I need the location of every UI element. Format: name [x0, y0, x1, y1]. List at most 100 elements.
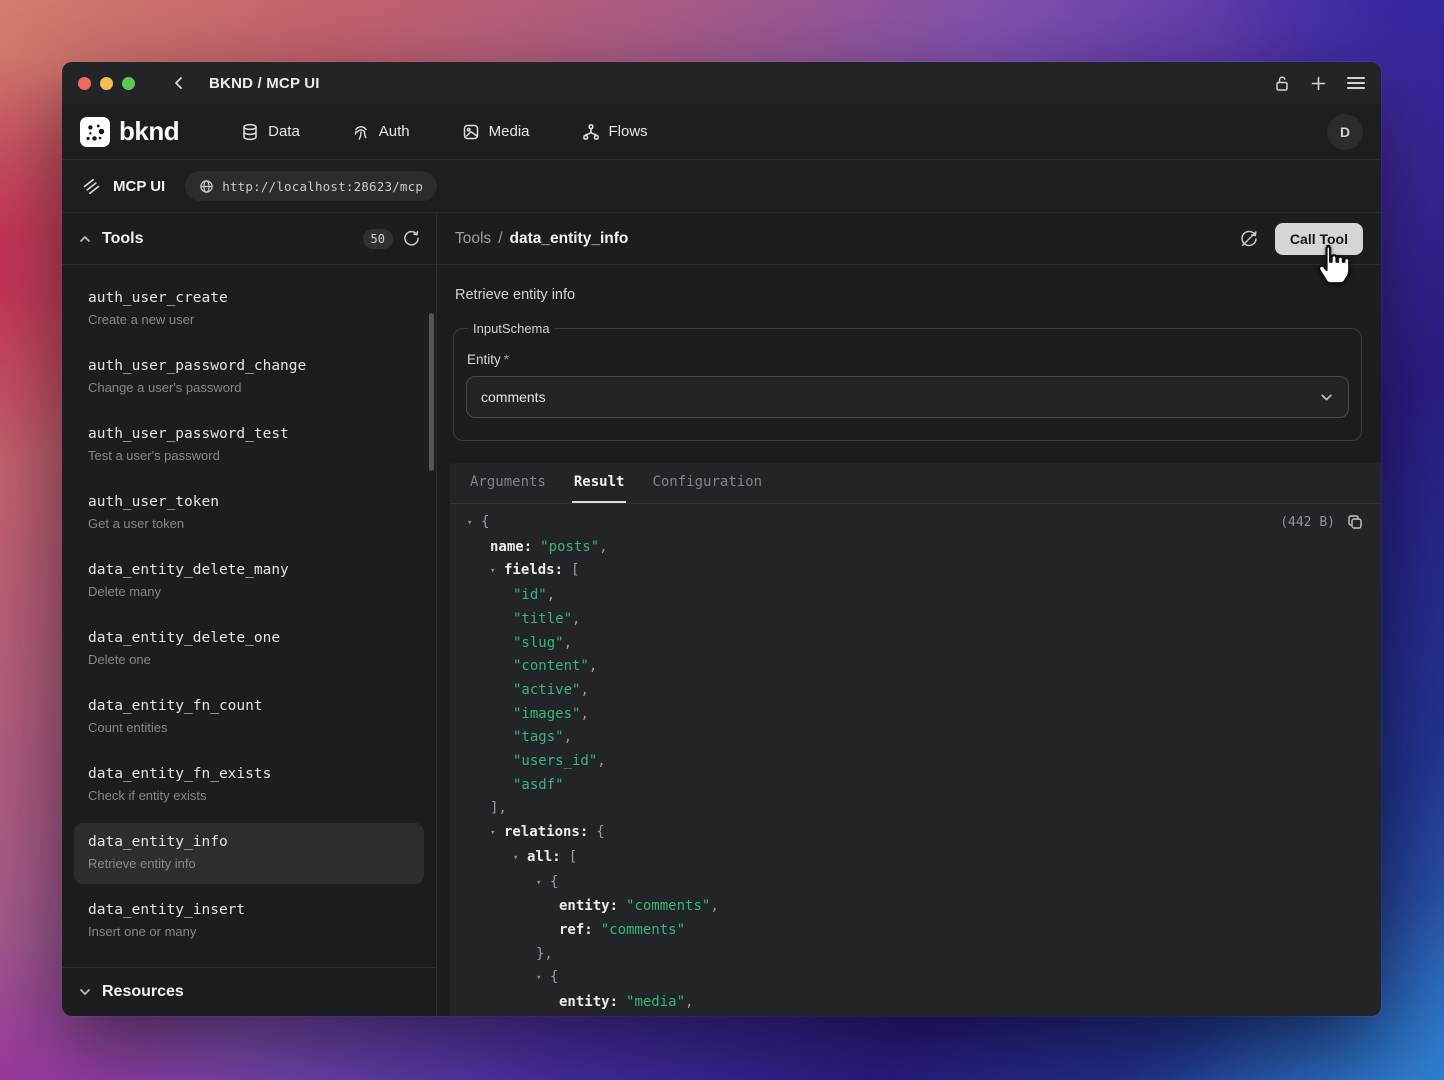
json-punct: [: [569, 849, 577, 865]
nav-item-data[interactable]: Data: [241, 123, 300, 141]
menu-icon[interactable]: [1347, 76, 1365, 90]
nav-item-label: Auth: [379, 123, 410, 140]
json-str: "users_id": [513, 753, 597, 769]
tool-description: Create a new user: [88, 312, 410, 327]
json-viewer: (442 B) ▾{name:"posts",▾fields:["id","ti…: [450, 504, 1381, 1016]
json-str: "content": [513, 658, 589, 674]
breadcrumb: Tools / data_entity_info: [455, 230, 628, 248]
json-line: "title",: [450, 608, 1381, 632]
avatar-initial: D: [1340, 124, 1350, 140]
result-tabs: Arguments Result Configuration: [450, 463, 1381, 504]
maximize-window-button[interactable]: [122, 77, 135, 90]
json-line: ▾fields:[: [450, 559, 1381, 584]
nav-items: Data Auth Media Flows: [241, 123, 648, 141]
minimize-window-button[interactable]: [100, 77, 113, 90]
sidebar-item-auth_user_password_test[interactable]: auth_user_password_testTest a user's pas…: [74, 415, 424, 476]
back-icon[interactable]: [171, 75, 187, 91]
nav-item-media[interactable]: Media: [462, 123, 530, 141]
collapse-arrow-icon[interactable]: ▾: [490, 822, 504, 846]
sidebar-item-data_entity_info[interactable]: data_entity_info Retrieve entity info: [74, 823, 424, 884]
window-title: BKND / MCP UI: [209, 75, 320, 92]
nav-item-flows[interactable]: Flows: [582, 123, 648, 141]
required-marker: *: [504, 352, 509, 367]
tab-result[interactable]: Result: [572, 463, 627, 503]
result-card: Arguments Result Configuration (442 B) ▾…: [450, 463, 1381, 1016]
image-icon: [462, 123, 480, 141]
tool-name: data_entity_fn_exists: [88, 766, 410, 782]
tool-description: Retrieve entity info: [88, 856, 410, 871]
brand[interactable]: bknd: [80, 116, 179, 147]
input-schema-fieldset: InputSchema Entity* comments: [453, 321, 1362, 441]
json-str: "title": [513, 611, 572, 627]
chevron-down-icon: [1319, 390, 1334, 405]
collapse-arrow-icon[interactable]: ▾: [467, 512, 481, 536]
json-line: "images",: [450, 703, 1381, 727]
collapse-arrow-icon[interactable]: ▾: [490, 560, 504, 584]
copy-icon[interactable]: [1347, 514, 1363, 530]
json-punct: {: [596, 824, 604, 840]
new-tab-icon[interactable]: [1310, 75, 1327, 92]
sidebar-item-data_entity_delete_many[interactable]: data_entity_delete_manyDelete many: [74, 551, 424, 612]
lock-icon[interactable]: [1274, 75, 1290, 92]
json-line: ▾all:[: [450, 846, 1381, 871]
json-key: entity:: [559, 994, 618, 1010]
sidebar-item-data_entity_delete_one[interactable]: data_entity_delete_oneDelete one: [74, 619, 424, 680]
tools-list: auth_user_createCreate a new user auth_us…: [62, 265, 436, 967]
json-line: ▾{: [450, 966, 1381, 991]
tool-name: data_entity_fn_count: [88, 698, 410, 714]
json-punct: ,: [599, 539, 607, 555]
collapse-arrow-icon[interactable]: ▾: [513, 847, 527, 871]
json-line: "asdf": [450, 774, 1381, 798]
tool-description: Get a user token: [88, 516, 410, 531]
avatar[interactable]: D: [1327, 114, 1363, 150]
json-key: entity:: [559, 898, 618, 914]
tab-arguments[interactable]: Arguments: [468, 463, 548, 503]
json-punct: ,: [685, 994, 693, 1010]
entity-select-value: comments: [481, 389, 546, 405]
auto-refresh-off-icon[interactable]: [1239, 229, 1259, 249]
endpoint-url-pill[interactable]: http://localhost:28623/mcp: [185, 171, 437, 201]
sidebar-scrollbar[interactable]: [429, 313, 434, 471]
database-icon: [241, 123, 259, 141]
close-window-button[interactable]: [78, 77, 91, 90]
mcp-toolbar: MCP UI http://localhost:28623/mcp: [62, 160, 1381, 213]
page-title: MCP UI: [113, 178, 165, 195]
json-str: "comments": [601, 922, 685, 938]
bknd-logo-icon: [80, 117, 110, 147]
main-panel: Tools / data_entity_info Call Tool Retri…: [437, 213, 1381, 1016]
json-line: "tags",: [450, 726, 1381, 750]
json-line: "id",: [450, 584, 1381, 608]
json-line: "active",: [450, 679, 1381, 703]
nav-item-auth[interactable]: Auth: [352, 123, 410, 141]
endpoint-url: http://localhost:28623/mcp: [222, 179, 423, 194]
tab-configuration[interactable]: Configuration: [650, 463, 764, 503]
collapse-arrow-icon[interactable]: ▾: [536, 967, 550, 991]
json-line: ref:"comments": [450, 919, 1381, 943]
tool-description: Insert one or many: [88, 924, 410, 939]
json-line: ref:"images": [450, 1015, 1381, 1016]
sidebar-item-auth_user_create[interactable]: auth_user_createCreate a new user: [74, 279, 424, 340]
sidebar-item-data_entity_fn_count[interactable]: data_entity_fn_countCount entities: [74, 687, 424, 748]
refresh-tools-icon[interactable]: [403, 230, 420, 247]
sidebar: Tools 50 auth_user_createCreate a new us…: [62, 213, 437, 1016]
sidebar-item-auth_user_token[interactable]: auth_user_tokenGet a user token: [74, 483, 424, 544]
json-punct: ,: [572, 611, 580, 627]
sidebar-item-data_entity_insert[interactable]: data_entity_insertInsert one or many: [74, 891, 424, 952]
json-punct: {: [481, 514, 489, 530]
collapse-arrow-icon[interactable]: ▾: [536, 872, 550, 896]
json-punct: },: [536, 946, 553, 962]
tool-name: data_entity_info: [88, 834, 410, 850]
json-str: "posts": [540, 539, 599, 555]
tool-name: auth_user_password_test: [88, 426, 410, 442]
sidebar-item-data_entity_fn_exists[interactable]: data_entity_fn_existsCheck if entity exi…: [74, 755, 424, 816]
call-tool-button[interactable]: Call Tool: [1275, 223, 1363, 255]
breadcrumb-section[interactable]: Tools: [455, 230, 491, 248]
json-line: ▾{: [450, 511, 1381, 536]
tools-section-header[interactable]: Tools 50: [62, 213, 436, 265]
sidebar-item-auth_user_password_change[interactable]: auth_user_password_changeChange a user's…: [74, 347, 424, 408]
json-line: ▾{: [450, 871, 1381, 896]
entity-select[interactable]: comments: [466, 376, 1349, 418]
json-str: "id": [513, 587, 547, 603]
resources-section-header[interactable]: Resources: [62, 967, 436, 1016]
json-punct: [: [571, 562, 579, 578]
